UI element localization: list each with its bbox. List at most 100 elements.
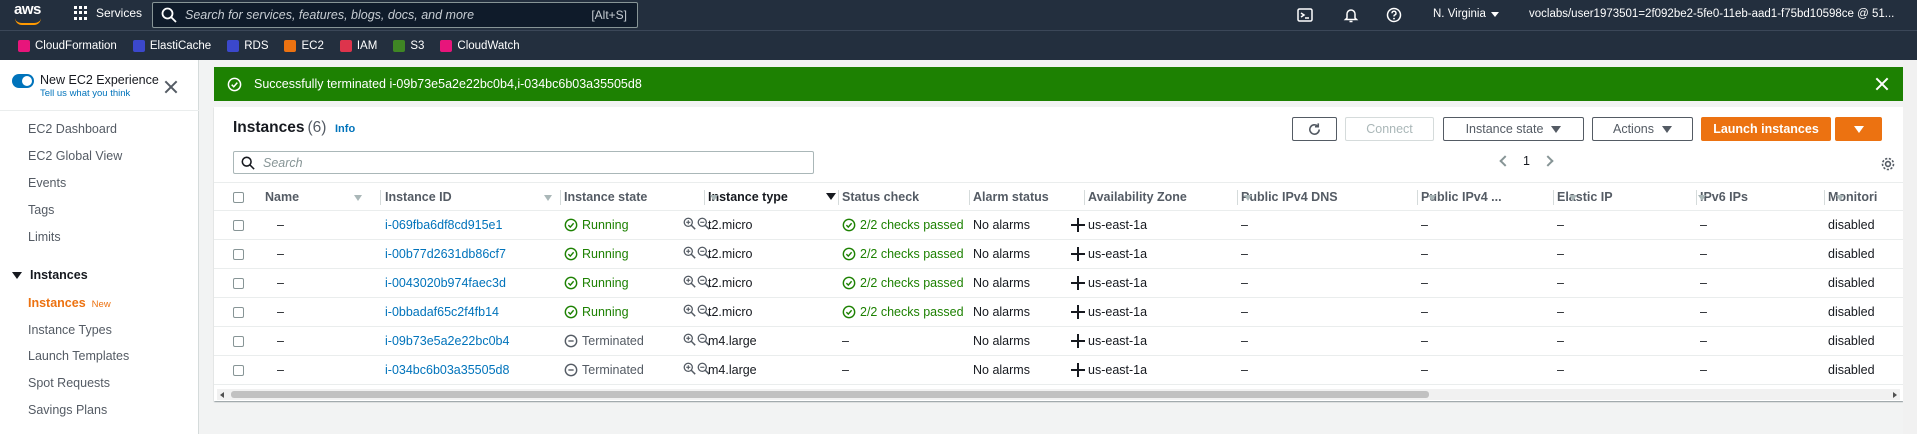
favorite-ec2[interactable]: EC2: [284, 39, 324, 52]
instance-state-button[interactable]: Instance state: [1443, 117, 1584, 141]
column-header-instance-type[interactable]: Instance type: [708, 190, 788, 204]
column-divider[interactable]: [969, 190, 970, 205]
sidebar-item-limits[interactable]: Limits: [28, 230, 61, 244]
column-header-ipv6-ips[interactable]: IPv6 IPs: [1700, 190, 1748, 204]
sort-descending-icon[interactable]: [826, 193, 836, 200]
column-divider[interactable]: [1696, 190, 1697, 205]
sort-caret-icon[interactable]: [544, 195, 552, 201]
cloudshell-icon[interactable]: [1297, 7, 1313, 23]
add-alarm-icon[interactable]: [1071, 247, 1085, 261]
table-row[interactable]: – i-0bbadaf65c2f4fb14 Running t2.micro 2/2 c…: [214, 298, 1903, 327]
zoom-in-icon[interactable]: [683, 362, 696, 375]
table-row[interactable]: – i-069fba6df8cd915e1 Running t2.micro 2/2 c…: [214, 211, 1903, 240]
zoom-in-icon[interactable]: [683, 275, 696, 288]
sort-caret-icon[interactable]: [1836, 195, 1844, 201]
cell-instance-id-link[interactable]: i-0043020b974faec3d: [385, 276, 506, 290]
favorite-elasticache[interactable]: ElastiCache: [132, 39, 211, 52]
table-row[interactable]: – i-00b77d2631db86cf7 Running t2.micro 2/2 c…: [214, 240, 1903, 269]
aws-logo[interactable]: aws: [14, 2, 44, 27]
add-alarm-icon[interactable]: [1071, 363, 1085, 377]
column-divider[interactable]: [1824, 190, 1825, 205]
scroll-left-icon[interactable]: [220, 392, 224, 398]
region-selector[interactable]: N. Virginia: [1433, 8, 1499, 20]
row-checkbox[interactable]: [233, 278, 244, 289]
scrollbar-thumb[interactable]: [231, 391, 1429, 398]
add-alarm-icon[interactable]: [1071, 334, 1085, 348]
cell-instance-id-link[interactable]: i-00b77d2631db86cf7: [385, 247, 506, 261]
close-flash-icon[interactable]: [1875, 77, 1889, 91]
column-divider[interactable]: [838, 190, 839, 205]
favorite-s3[interactable]: S3: [393, 39, 424, 52]
previous-page-icon[interactable]: [1499, 155, 1511, 167]
bell-icon[interactable]: [1343, 7, 1359, 23]
column-divider[interactable]: [1417, 190, 1418, 205]
sidebar-item-ec2-global-view[interactable]: EC2 Global View: [28, 149, 122, 163]
sidebar-item-instance-types[interactable]: Instance Types: [28, 323, 112, 337]
sidebar-item-tags[interactable]: Tags: [28, 203, 54, 217]
refresh-button[interactable]: [1292, 117, 1337, 141]
column-header-public-ipv4-dns[interactable]: Public IPv4 DNS: [1241, 190, 1338, 204]
favorite-cloudwatch[interactable]: CloudWatch: [440, 39, 520, 52]
sort-caret-icon[interactable]: [1698, 195, 1706, 201]
help-icon[interactable]: [1386, 7, 1402, 23]
feedback-link[interactable]: Tell us what you think: [40, 88, 159, 99]
sidebar-item-instances[interactable]: Instances New: [28, 296, 111, 310]
column-header-status-check[interactable]: Status check: [842, 190, 919, 204]
instances-search-input[interactable]: [263, 155, 813, 170]
zoom-in-icon[interactable]: [683, 217, 696, 230]
row-checkbox[interactable]: [233, 365, 244, 376]
global-search[interactable]: [Alt+S]: [152, 2, 638, 28]
new-experience-toggle[interactable]: [12, 74, 34, 88]
launch-instances-button[interactable]: Launch instances: [1701, 117, 1831, 141]
table-row[interactable]: – i-0043020b974faec3d Running t2.micro 2/2 c…: [214, 269, 1903, 298]
column-header-instance-id[interactable]: Instance ID: [385, 190, 452, 204]
current-page[interactable]: 1: [1523, 154, 1530, 168]
favorite-rds[interactable]: RDS: [227, 39, 268, 52]
column-header-elastic-ip[interactable]: Elastic IP: [1557, 190, 1613, 204]
row-checkbox[interactable]: [233, 307, 244, 318]
sidebar-item-savings-plans[interactable]: Savings Plans: [28, 403, 107, 417]
sidebar-item-ec2-dashboard[interactable]: EC2 Dashboard: [28, 122, 117, 136]
column-header-instance-state[interactable]: Instance state: [564, 190, 647, 204]
sidebar-item-events[interactable]: Events: [28, 176, 66, 190]
next-page-icon[interactable]: [1542, 155, 1554, 167]
gear-icon[interactable]: [1880, 156, 1896, 172]
sort-caret-icon[interactable]: [1428, 195, 1436, 201]
actions-button[interactable]: Actions: [1592, 117, 1693, 141]
favorite-cloudformation[interactable]: CloudFormation: [18, 39, 117, 52]
scroll-right-icon[interactable]: [1893, 392, 1897, 398]
row-checkbox[interactable]: [233, 220, 244, 231]
column-divider[interactable]: [1237, 190, 1238, 205]
column-header-availability-zone[interactable]: Availability Zone: [1088, 190, 1187, 204]
info-link[interactable]: Info: [335, 123, 355, 135]
table-row[interactable]: – i-034bc6b03a35505d8 Terminated m4.large – N…: [214, 356, 1903, 385]
sidebar-item-launch-templates[interactable]: Launch Templates: [28, 349, 129, 363]
column-divider[interactable]: [704, 190, 705, 205]
column-divider[interactable]: [1553, 190, 1554, 205]
column-divider[interactable]: [380, 190, 381, 205]
sort-caret-icon[interactable]: [710, 195, 718, 201]
add-alarm-icon[interactable]: [1071, 276, 1085, 290]
zoom-in-icon[interactable]: [683, 246, 696, 259]
select-all-checkbox[interactable]: [233, 192, 244, 203]
column-header-alarm-status[interactable]: Alarm status: [973, 190, 1049, 204]
row-checkbox[interactable]: [233, 336, 244, 347]
zoom-in-icon[interactable]: [683, 333, 696, 346]
table-row[interactable]: – i-09b73e5a2e22bc0b4 Terminated m4.large – N…: [214, 327, 1903, 356]
column-divider[interactable]: [560, 190, 561, 205]
add-alarm-icon[interactable]: [1071, 305, 1085, 319]
favorite-iam[interactable]: IAM: [339, 39, 377, 52]
column-divider[interactable]: [1084, 190, 1085, 205]
cell-instance-id-link[interactable]: i-034bc6b03a35505d8: [385, 363, 509, 377]
sort-caret-icon[interactable]: [1569, 195, 1577, 201]
row-checkbox[interactable]: [233, 249, 244, 260]
close-sidebar-icon[interactable]: [164, 80, 178, 94]
account-menu[interactable]: voclabs/user1973501=2f092be2-5fe0-11eb-a…: [1529, 8, 1894, 20]
sidebar-item-spot-requests[interactable]: Spot Requests: [28, 376, 110, 390]
cell-instance-id-link[interactable]: i-0bbadaf65c2f4fb14: [385, 305, 499, 319]
horizontal-scrollbar[interactable]: [217, 389, 1900, 400]
cell-instance-id-link[interactable]: i-069fba6df8cd915e1: [385, 218, 502, 232]
vertical-scrollbar[interactable]: [1903, 60, 1917, 434]
add-alarm-icon[interactable]: [1071, 218, 1085, 232]
launch-dropdown-button[interactable]: [1835, 117, 1882, 141]
